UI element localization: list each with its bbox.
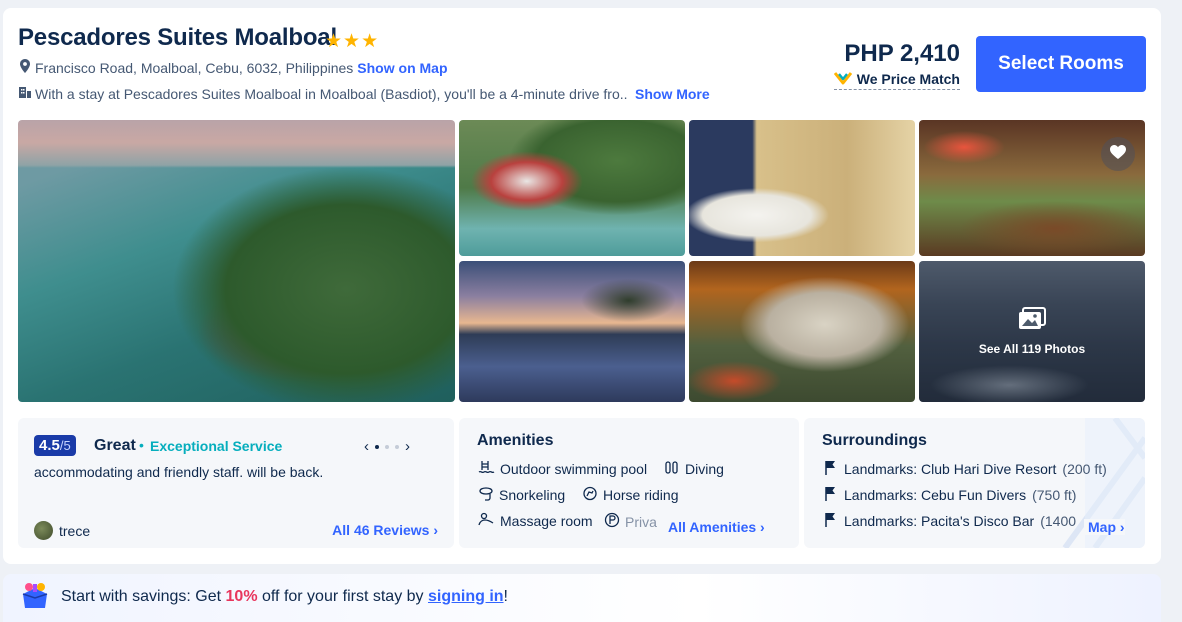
horse-riding-icon [582,486,598,504]
promo-banner: Start with savings: Get 10% off for your… [3,574,1161,622]
promo-prefix: Start with savings: Get [61,588,226,605]
review-score-max: /5 [59,438,71,453]
avatar [34,521,53,540]
building-icon [18,85,32,102]
amenity-label: Massage room [500,513,593,529]
review-carousel-controls: ‹ › [364,438,410,455]
massage-icon [478,512,495,530]
hotel-detail-card: Pescadores Suites Moalboal ★★★ Francisco… [3,8,1161,564]
surrounding-item: Landmarks: Pacita's Disco Bar (1400 [824,512,1076,530]
amenity-label: Diving [685,461,724,477]
photo-restaurant[interactable] [919,120,1145,256]
landmark-distance: (200 ft) [1062,461,1107,477]
photo-infinity-pool[interactable] [459,261,685,402]
swimming-pool-icon [478,460,495,478]
review-highlight: Exceptional Service [150,438,283,454]
gift-hat-icon [19,582,51,619]
map-link[interactable]: Map › [1084,519,1125,535]
amenity-item: Massage room [478,512,593,530]
flag-icon [824,460,838,478]
parking-icon [604,512,620,531]
all-amenities-link[interactable]: All Amenities › [666,519,765,535]
amenity-label: Snorkeling [499,487,566,503]
amenity-label: Horse riding [603,487,679,503]
promo-suffix: ! [503,588,508,605]
amenity-item: Horse riding [582,486,678,504]
amenity-item: Snorkeling [478,486,565,504]
photo-boats-bay[interactable]: See All 119 Photos [919,261,1145,402]
snorkel-icon [478,486,494,504]
amenities-card[interactable]: Amenities Outdoor swimming pool Diving S… [459,418,799,548]
reviewer: trece [34,521,90,540]
flag-icon [824,512,838,530]
diving-icon [664,460,680,478]
photo-building-night[interactable] [689,261,915,402]
hotel-address: Francisco Road, Moalboal, Cebu, 6032, Ph… [18,58,448,77]
review-quote: accommodating and friendly staff. will b… [34,464,324,480]
select-rooms-button[interactable]: Select Rooms [976,36,1146,92]
location-pin-icon [18,58,32,77]
gallery-icon [1017,307,1047,334]
chevron-left-icon[interactable]: ‹ [364,438,369,455]
promo-text: Start with savings: Get 10% off for your… [61,588,508,606]
review-score: 4.5 [39,437,60,454]
heart-icon [1109,144,1127,165]
review-card[interactable]: 4.5/5 Great • Exceptional Service ‹ › ac… [18,418,454,548]
landmark-label: Landmarks: Cebu Fun Divers [844,487,1027,503]
rating-word: Great [94,437,136,454]
amenity-item: Priva [604,512,657,531]
review-score-badge: 4.5/5 [34,435,76,456]
photo-bedroom[interactable] [689,120,915,256]
address-text: Francisco Road, Moalboal, Cebu, 6032, Ph… [35,59,354,76]
photo-resort-aerial[interactable] [459,120,685,256]
price-match-icon [833,70,852,88]
amenity-label: Priva [625,513,657,530]
landmark-distance: (750 ft) [1032,487,1077,503]
amenities-title: Amenities [477,432,554,449]
all-reviews-link[interactable]: All 46 Reviews › [332,522,438,538]
separator-dot: • [139,437,144,453]
chevron-right-icon[interactable]: › [405,438,410,455]
amenity-item: Diving [664,460,724,478]
promo-middle: off for your first stay by [257,588,428,605]
price: PHP 2,410 [844,40,960,67]
carousel-dot[interactable] [395,444,399,449]
surrounding-item: Landmarks: Cebu Fun Divers (750 ft) [824,486,1076,504]
price-match[interactable]: We Price Match [833,70,960,90]
see-all-photos-button[interactable]: See All 119 Photos [919,261,1145,402]
landmark-label: Landmarks: Club Hari Dive Resort [844,461,1057,477]
description-text: With a stay at Pescadores Suites Moalboa… [35,85,627,102]
show-on-map-link[interactable]: Show on Map [357,60,447,76]
carousel-dot[interactable] [375,444,379,449]
promo-percent: 10% [225,588,258,605]
amenity-label: Outdoor swimming pool [500,461,648,477]
sign-in-link[interactable]: signing in [428,588,504,605]
surroundings-title: Surroundings [822,432,927,449]
hotel-name: Pescadores Suites Moalboal [18,24,337,51]
carousel-dot[interactable] [385,444,389,449]
landmark-distance: (1400 [1040,513,1077,529]
see-all-photos-label: See All 119 Photos [978,342,1086,356]
price-match-label: We Price Match [856,71,960,87]
surroundings-card[interactable]: Surroundings Landmarks: Club Hari Dive R… [804,418,1145,548]
landmark-label: Landmarks: Pacita's Disco Bar [844,513,1035,529]
reviewer-name: trece [59,522,91,539]
show-more-link[interactable]: Show More [635,86,710,102]
photo-aerial-coast[interactable] [18,120,455,402]
surrounding-item: Landmarks: Club Hari Dive Resort (200 ft… [824,460,1107,478]
amenity-item: Outdoor swimming pool [478,460,647,478]
hotel-description: With a stay at Pescadores Suites Moalboa… [18,85,710,102]
favorite-button[interactable] [1101,137,1135,171]
star-rating: ★★★ [325,31,380,52]
flag-icon [824,486,838,504]
